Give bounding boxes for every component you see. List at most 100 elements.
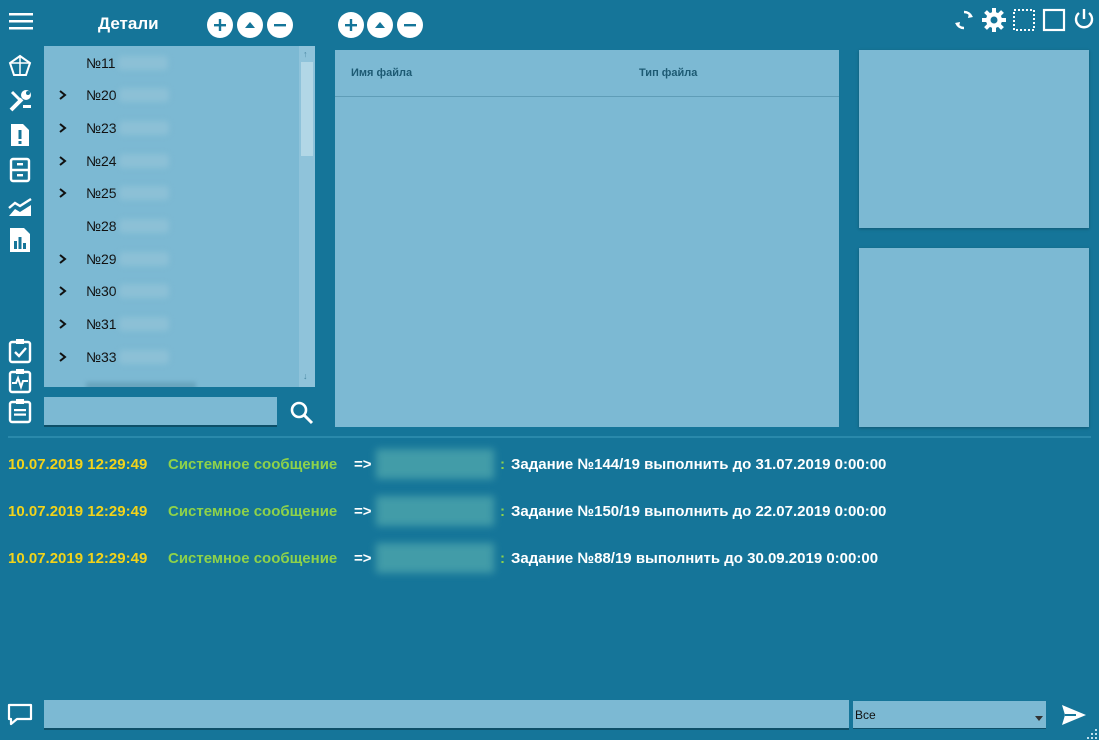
cabinet-icon[interactable] — [9, 157, 31, 183]
tree-item-label: №25 — [86, 185, 117, 202]
log-divider — [8, 436, 1091, 438]
message-separator: : — [500, 455, 505, 473]
clipboard-pulse-icon[interactable] — [8, 368, 32, 394]
tree-list: №11 №20 №23 №24 №25 №28 №29 №30 №31 №33 — [44, 46, 299, 387]
tree-item-label: №20 — [86, 87, 117, 104]
scroll-up-arrow-icon[interactable]: ↑ — [303, 49, 308, 59]
file-add-button[interactable] — [338, 12, 364, 38]
redacted-text — [118, 349, 169, 364]
redacted-recipient — [376, 496, 494, 526]
chevron-right-icon[interactable] — [56, 188, 70, 199]
files-header-type[interactable]: Тип файла — [639, 67, 697, 79]
recipient-select-value: Все — [855, 708, 876, 722]
redacted-text — [118, 219, 169, 233]
redacted-text — [118, 88, 169, 103]
file-remove-button[interactable] — [397, 12, 423, 38]
tree-item[interactable]: №24 — [44, 144, 299, 177]
message-row: 10.07.2019 12:29:49 Системное сообщение =>… — [8, 496, 887, 526]
message-arrow: => — [354, 549, 372, 567]
network-icon[interactable] — [8, 54, 32, 78]
restore-window-icon[interactable] — [1012, 8, 1036, 32]
message-source: Системное сообщение — [168, 502, 338, 520]
message-row: 10.07.2019 12:29:49 Системное сообщение =>… — [8, 449, 886, 479]
message-text: Задание №88/19 выполнить до 30.09.2019 0… — [511, 549, 879, 567]
caret-up-icon — [375, 22, 385, 28]
redacted-text — [118, 153, 169, 168]
redacted-text — [118, 186, 169, 201]
gear-icon[interactable] — [981, 7, 1007, 33]
chevron-right-icon[interactable] — [56, 90, 70, 100]
files-header-name[interactable]: Имя файла — [351, 67, 412, 79]
tree-item-label: №29 — [86, 250, 117, 267]
tree-item-label: №33 — [86, 348, 117, 365]
tree-item-label: №30 — [86, 283, 117, 300]
minus-icon — [274, 24, 286, 27]
clipboard-list-icon[interactable] — [8, 398, 32, 424]
resize-grip-icon[interactable] — [1086, 727, 1098, 740]
chevron-right-icon[interactable] — [56, 155, 70, 166]
tree-up-button[interactable] — [237, 12, 263, 38]
power-icon[interactable] — [1072, 7, 1096, 31]
chevron-right-icon[interactable] — [56, 319, 70, 329]
tree-item-label: №23 — [86, 119, 117, 136]
tree-scrollbar[interactable]: ↑ ↓ — [299, 46, 315, 387]
message-separator: : — [500, 549, 505, 567]
redacted-recipient — [376, 543, 494, 573]
chevron-right-icon[interactable] — [56, 253, 70, 264]
message-input[interactable] — [44, 700, 849, 730]
tree-search-input[interactable] — [44, 397, 277, 427]
menu-icon[interactable] — [8, 10, 34, 32]
chat-icon — [7, 703, 33, 727]
tree-item-label: №11 — [86, 54, 116, 71]
tree-item[interactable]: №20 — [44, 79, 299, 112]
message-arrow: => — [354, 455, 372, 473]
tree-item[interactable]: №31 — [44, 308, 299, 341]
preview-panel-bottom — [859, 248, 1089, 427]
message-text: Задание №150/19 выполнить до 22.07.2019 … — [511, 502, 887, 520]
tree-item[interactable]: №30 — [44, 275, 299, 308]
message-source: Системное сообщение — [168, 455, 338, 473]
tree-item[interactable]: №23 — [44, 111, 299, 144]
tools-icon[interactable] — [8, 87, 34, 113]
tree-remove-button[interactable] — [267, 12, 293, 38]
tree-item-label: №28 — [86, 218, 117, 234]
tree-item[interactable]: №28 — [44, 210, 299, 243]
chevron-right-icon[interactable] — [56, 352, 70, 362]
message-source: Системное сообщение — [168, 549, 338, 567]
area-chart-icon[interactable] — [7, 196, 33, 218]
tree-item-label: №24 — [86, 152, 117, 169]
redacted-text — [118, 120, 169, 135]
tree-scrollbar-thumb[interactable] — [301, 62, 313, 156]
refresh-icon[interactable] — [952, 8, 976, 32]
redacted-text — [118, 251, 169, 266]
clipboard-check-icon[interactable] — [8, 338, 32, 364]
message-timestamp: 10.07.2019 12:29:49 — [8, 549, 148, 567]
files-panel: Имя файла Тип файла — [335, 50, 839, 427]
chevron-right-icon[interactable] — [56, 123, 70, 133]
chevron-down-icon — [1035, 709, 1043, 727]
tree-row-partial — [86, 382, 196, 387]
tree-item[interactable]: №11 — [44, 46, 299, 79]
preview-panel-top — [859, 50, 1089, 228]
minus-icon — [404, 24, 416, 27]
caret-up-icon — [245, 22, 255, 28]
plus-icon — [345, 19, 357, 31]
bar-report-icon[interactable] — [8, 226, 32, 254]
redacted-text — [118, 317, 169, 332]
tree-item[interactable]: №25 — [44, 177, 299, 210]
send-icon[interactable] — [1060, 703, 1088, 727]
chevron-right-icon[interactable] — [56, 286, 70, 297]
search-icon[interactable] — [289, 400, 315, 426]
tree-panel: №11 №20 №23 №24 №25 №28 №29 №30 №31 №33 ↑ ↓ — [44, 46, 315, 387]
scroll-down-arrow-icon[interactable]: ↓ — [303, 371, 308, 381]
maximize-icon[interactable] — [1042, 8, 1066, 32]
tree-item[interactable]: №29 — [44, 242, 299, 275]
tree-add-button[interactable] — [207, 12, 233, 38]
details-title: Детали — [98, 14, 159, 33]
tree-item[interactable]: №33 — [44, 340, 299, 373]
file-up-button[interactable] — [367, 12, 393, 38]
recipient-select[interactable]: Все — [853, 701, 1046, 729]
document-alert-icon[interactable] — [9, 122, 31, 148]
message-timestamp: 10.07.2019 12:29:49 — [8, 455, 148, 473]
tree-item-label: №31 — [86, 316, 117, 333]
